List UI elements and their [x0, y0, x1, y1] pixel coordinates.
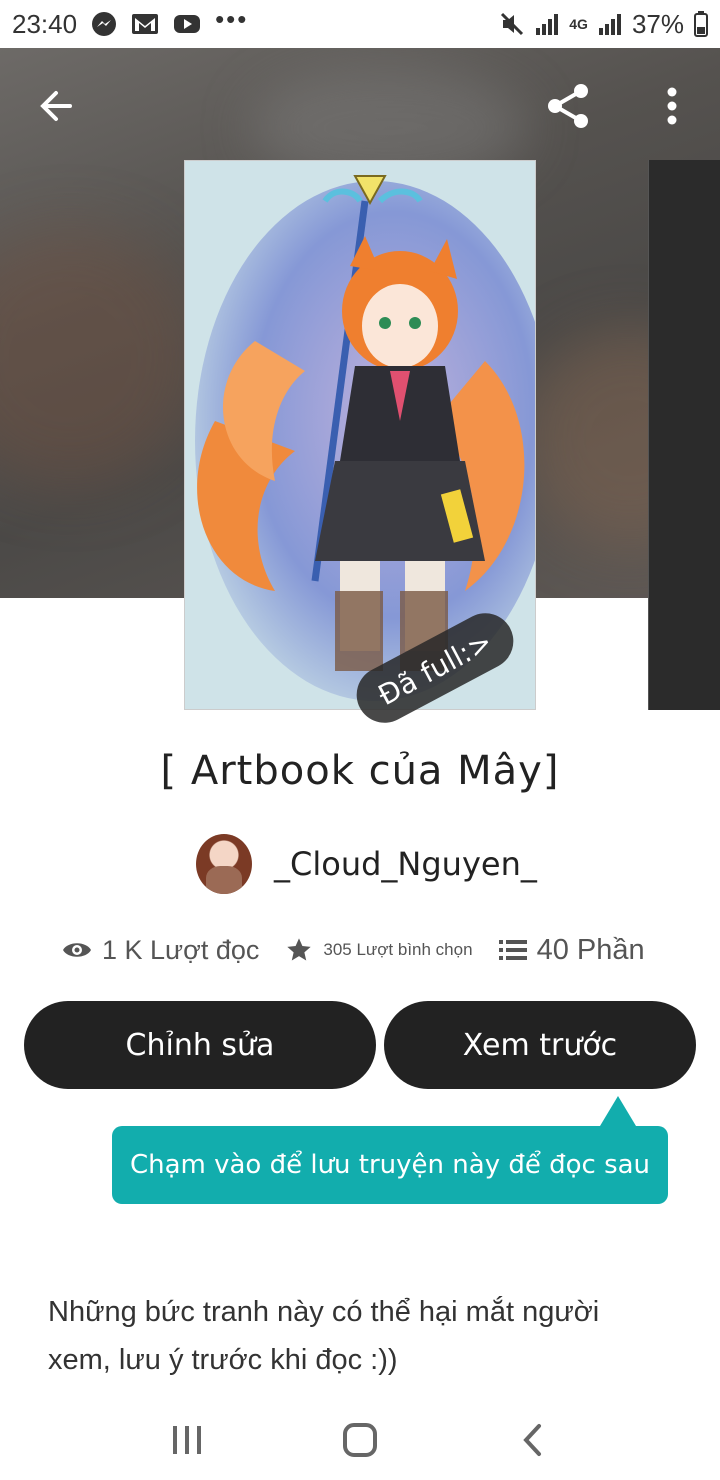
chevron-left-icon [523, 1424, 542, 1456]
mute-icon [499, 11, 525, 37]
author-name: _Cloud_Nguyen_ [274, 845, 537, 883]
reads-count: 1 K Lượt đọc [102, 934, 260, 965]
battery-percent: 37% [631, 8, 684, 39]
network-type: 4G [569, 16, 588, 32]
parts-count: 40 Phần [536, 933, 645, 966]
youtube-icon [173, 13, 201, 35]
signal-icon-2 [598, 12, 622, 36]
star-icon [287, 938, 312, 961]
gmail-icon [131, 13, 159, 35]
votes-count: 305 Lượt bình chọn [323, 940, 473, 959]
status-time: 23:40 [12, 8, 78, 39]
system-nav-bar [0, 1400, 720, 1480]
back-button[interactable] [28, 78, 84, 134]
more-menu-button[interactable] [644, 78, 700, 134]
signal-icon [535, 12, 559, 36]
more-vertical-icon [667, 87, 677, 125]
list-icon [498, 940, 527, 960]
story-stats: 1 K Lượt đọc 305 Lượt bình chọn 40 Phần [62, 928, 682, 972]
votes-stat: 305 Lượt bình chọn [285, 936, 473, 964]
home-button[interactable] [330, 1410, 390, 1470]
save-hint-tooltip[interactable]: Chạm vào để lưu truyện này để đọc sau [112, 1126, 668, 1204]
next-story-cover[interactable] [648, 160, 720, 710]
recent-apps-icon [172, 1426, 201, 1454]
eye-icon [63, 943, 91, 957]
story-description: Những bức tranh này có thể hại mắt người… [48, 1296, 600, 1376]
edit-button[interactable]: Chỉnh sửa [24, 1001, 376, 1089]
more-notifications-icon: ••• [215, 3, 249, 34]
reads-stat: 1 K Lượt đọc [62, 935, 259, 966]
tooltip-arrow [600, 1096, 636, 1126]
arrow-left-icon [40, 91, 72, 121]
recent-apps-button[interactable] [157, 1410, 217, 1470]
share-icon [548, 84, 588, 128]
story-title: [ Artbook của Mây] [160, 748, 560, 794]
home-icon [342, 1423, 377, 1457]
messenger-icon [91, 11, 117, 37]
preview-button[interactable]: Xem trước [384, 1001, 696, 1089]
share-button[interactable] [540, 78, 596, 134]
avatar [196, 834, 252, 894]
author-row[interactable]: _Cloud_Nguyen_ [196, 832, 537, 896]
back-nav-button[interactable] [503, 1410, 563, 1470]
battery-icon [694, 11, 708, 37]
status-bar: 23:40 ••• 4G 37% [0, 0, 720, 48]
parts-stat: 40 Phần [498, 933, 645, 967]
